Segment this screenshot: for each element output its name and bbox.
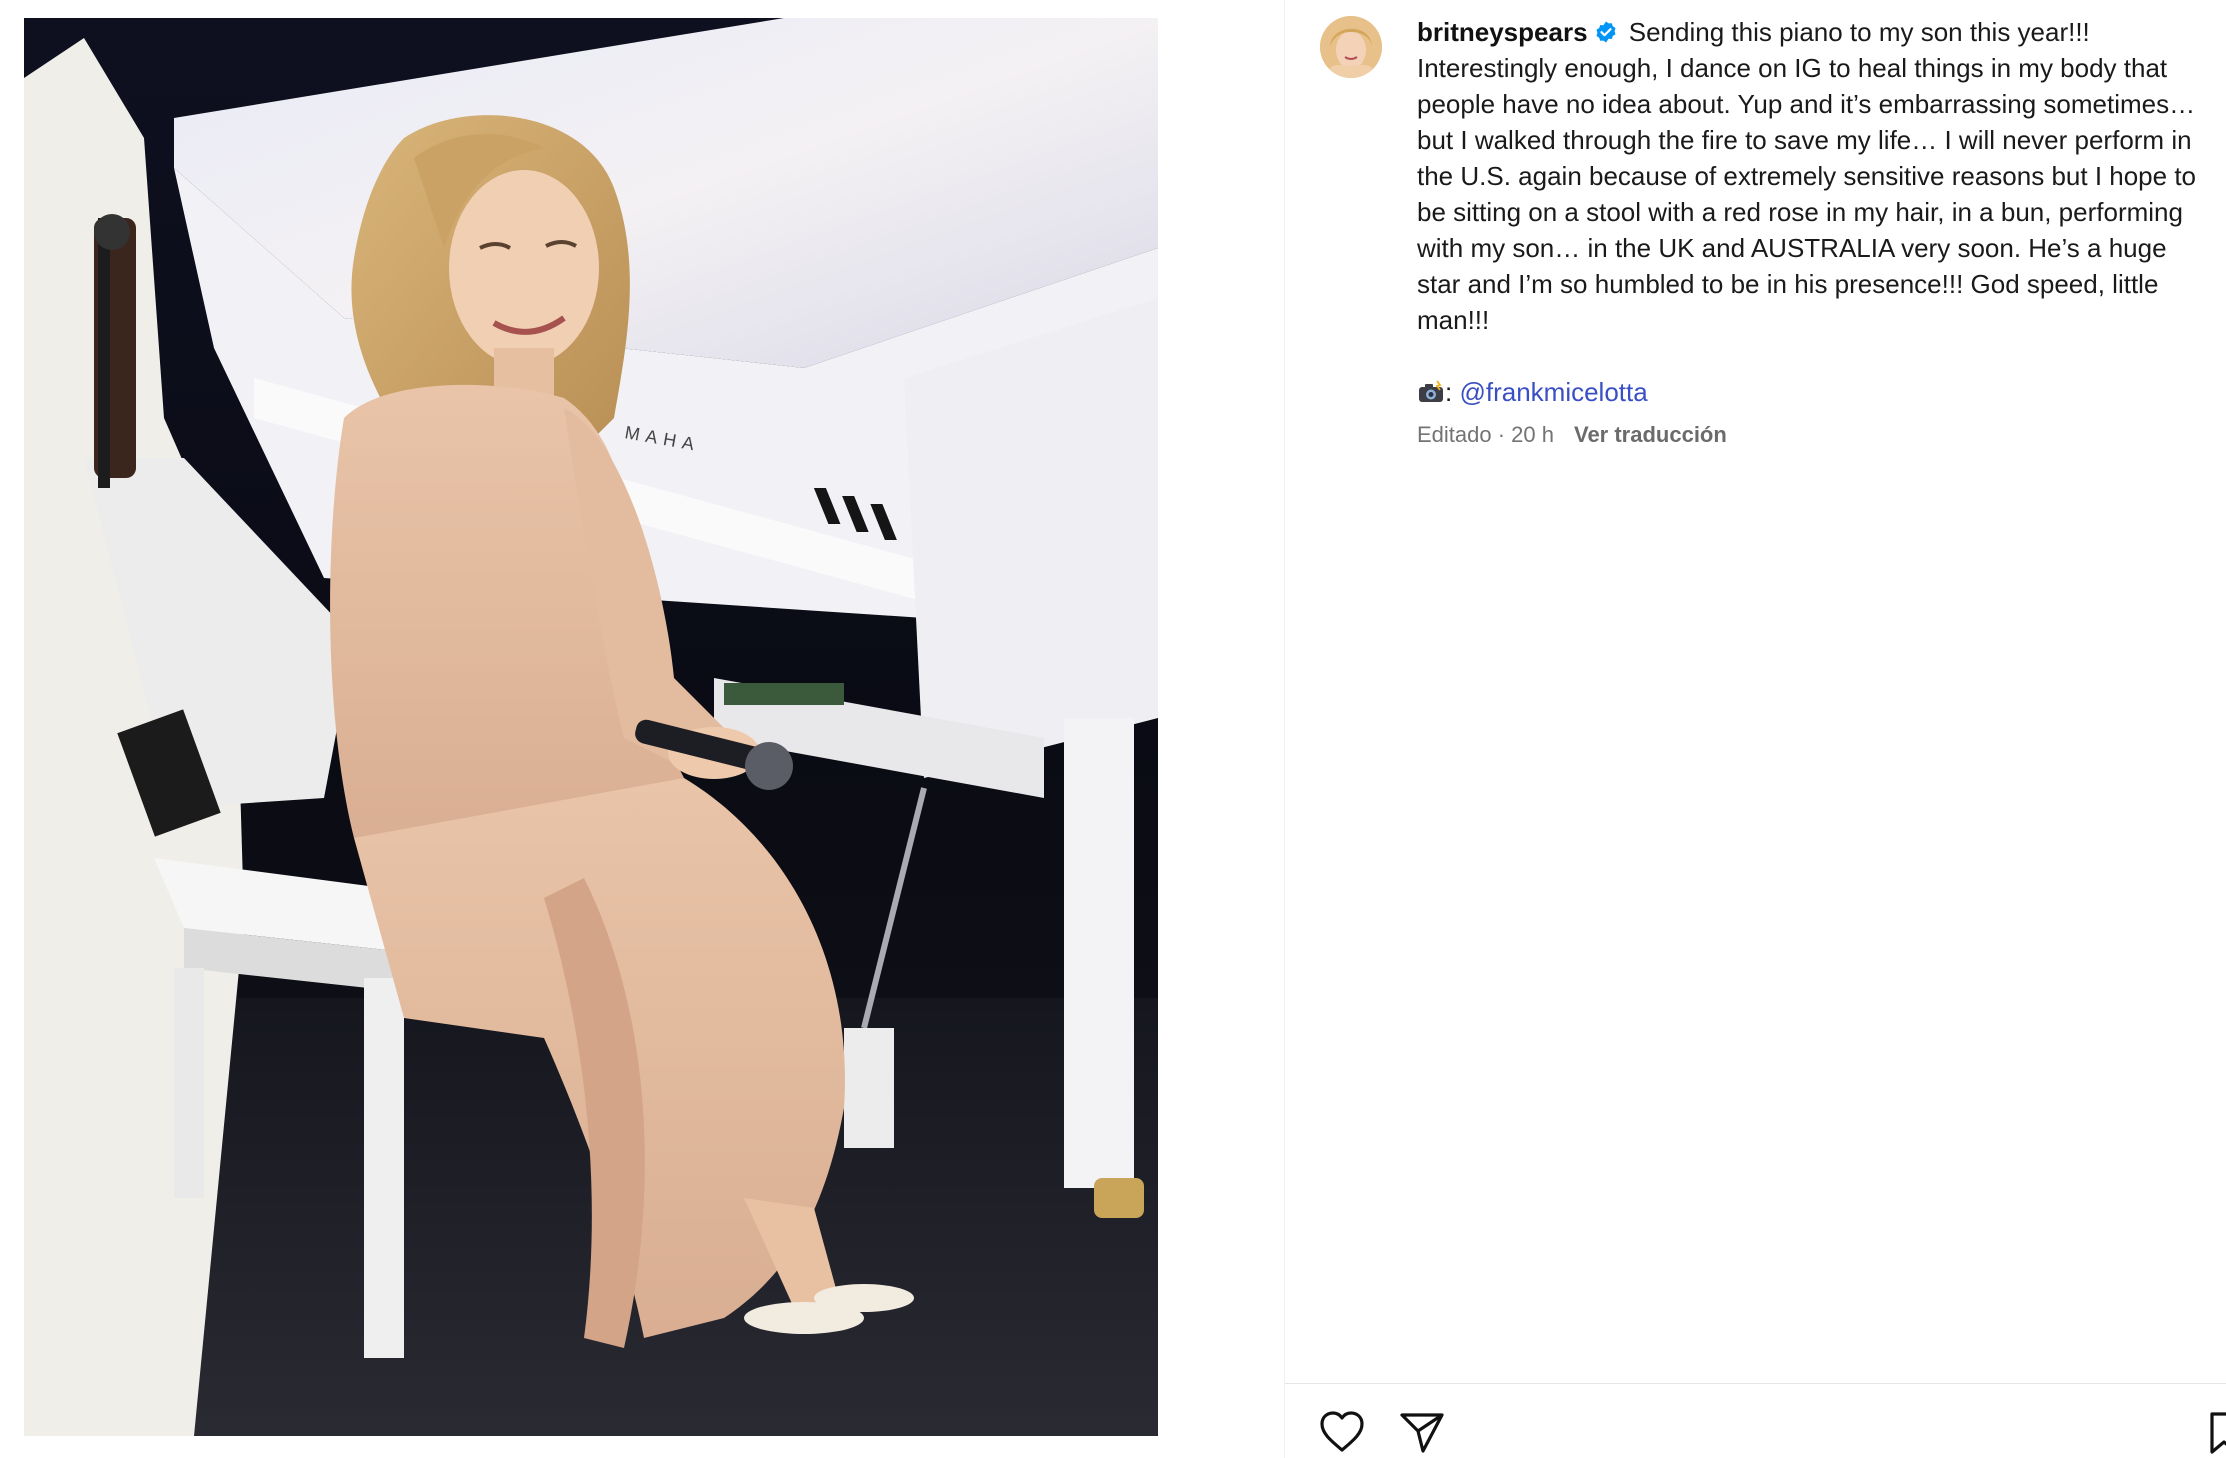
heart-outline-icon [1320, 1411, 1364, 1452]
share-button[interactable] [1396, 1406, 1448, 1458]
like-button[interactable] [1316, 1406, 1368, 1458]
username-link[interactable]: britneyspears [1417, 17, 1588, 47]
save-button[interactable] [2206, 1406, 2226, 1458]
post-photo-illustration: MAHA [24, 18, 1158, 1436]
avatar[interactable] [1320, 16, 1382, 78]
bookmark-icon [2210, 1412, 2226, 1454]
post-meta: Editado · 20 h Ver traducción [1417, 420, 2207, 450]
panel-divider [1284, 0, 1285, 1458]
instagram-post-view: MAHA britneyspears Sending this piano to… [0, 0, 2226, 1458]
avatar-image [1320, 16, 1382, 78]
caption-text: Sending this piano to my son this year!!… [1417, 17, 2197, 335]
camera-with-flash-icon [1419, 380, 1443, 402]
photo-credit: : @frankmicelotta [1417, 374, 2207, 410]
see-translation-button[interactable]: Ver traducción [1574, 422, 1727, 447]
post-caption: britneyspears Sending this piano to my s… [1417, 14, 2207, 450]
actions-divider [1285, 1383, 2226, 1384]
credit-prefix: : [1445, 377, 1453, 407]
mention-link-frankmicelotta[interactable]: @frankmicelotta [1459, 377, 1647, 407]
edited-timestamp: Editado · 20 h [1417, 422, 1554, 447]
verified-badge-icon [1596, 21, 1616, 43]
post-image[interactable]: MAHA [24, 18, 1158, 1436]
paper-plane-icon [1400, 1413, 1444, 1453]
